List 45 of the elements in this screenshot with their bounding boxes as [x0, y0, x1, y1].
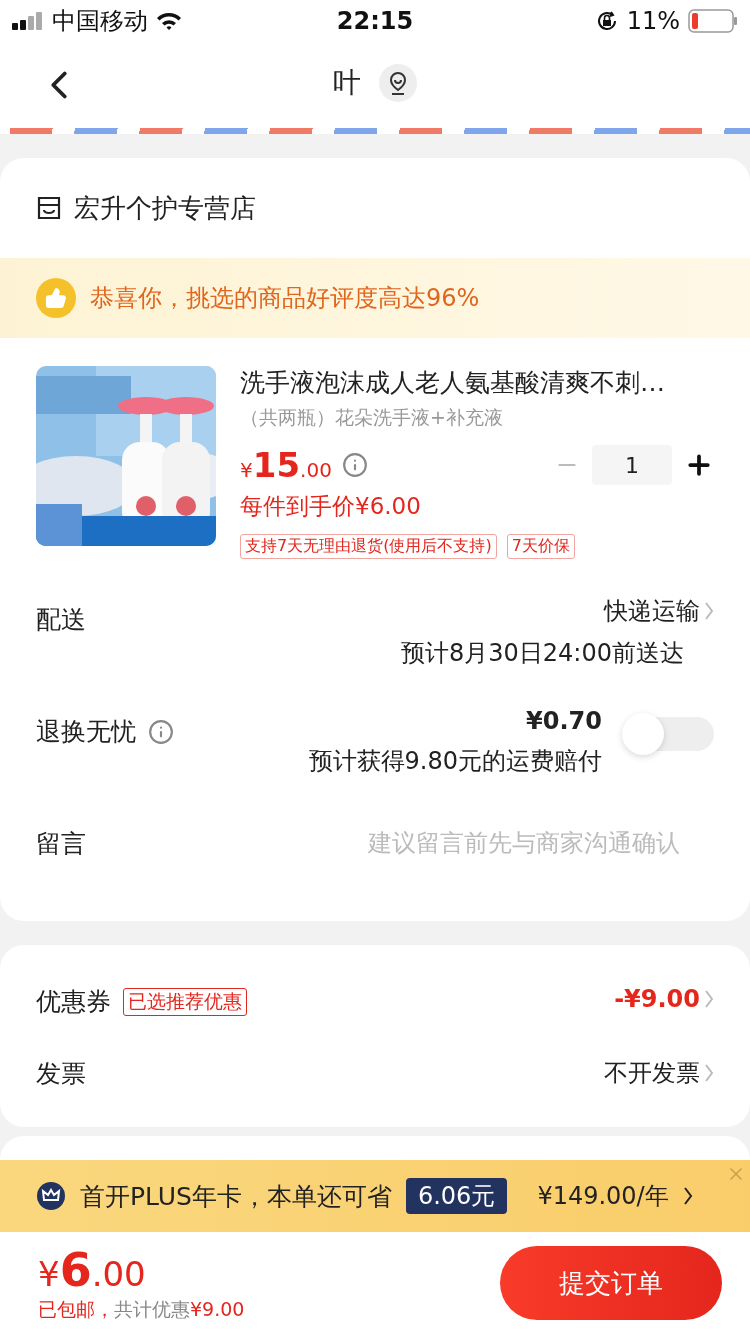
clock-time: 22:15: [336, 7, 414, 35]
info-icon[interactable]: [148, 718, 174, 745]
submit-order-button[interactable]: 提交订单: [500, 1246, 722, 1320]
product-title[interactable]: 洗手液泡沫成人老人氨基酸清爽不刺…: [240, 366, 714, 399]
page-title: 叶: [333, 65, 361, 101]
battery-icon: [688, 9, 738, 33]
wifi-icon: [156, 11, 182, 31]
coupon-label: 优惠券: [36, 986, 111, 1018]
chevron-icon: [682, 1186, 693, 1206]
unit-price: 每件到手价¥6.00: [240, 492, 422, 521]
chevron-icon: [704, 1063, 714, 1083]
crown-icon: [36, 1181, 66, 1211]
carrier-name: 中国移动: [52, 6, 148, 37]
plus-price[interactable]: ¥149.00/年: [537, 1180, 669, 1212]
coupon-badge: 已选推荐优惠: [123, 987, 247, 1016]
signal-icon: [12, 12, 44, 30]
insurance-price: ¥0.70: [526, 707, 602, 735]
battery-percent: 11%: [626, 7, 680, 35]
total-price: ¥6.00: [38, 1243, 147, 1297]
return-insurance-label: 退换无忧: [36, 716, 136, 748]
invoice-value[interactable]: 不开发票: [604, 1057, 700, 1089]
invoice-label: 发票: [36, 1058, 86, 1090]
location-button[interactable]: [379, 64, 417, 102]
store-icon: [36, 195, 62, 221]
rating-message: 恭喜你，挑选的商品好评度高达96%: [90, 283, 480, 314]
product-variant: （共两瓶）花朵洗手液+补充液: [240, 405, 504, 430]
chevron-icon: [704, 601, 714, 621]
product-price: ¥15.00: [240, 445, 332, 485]
plus-offer-text: 首开PLUS年卡，本单还可省: [80, 1180, 392, 1213]
coupon-value[interactable]: -¥9.00: [614, 985, 700, 1013]
delivery-method[interactable]: 快递运输: [604, 595, 700, 627]
service-tag: 支持7天无理由退货(使用后不支持): [240, 534, 497, 559]
shipping-discount-text: 已包邮，共计优惠¥9.00: [38, 1297, 245, 1322]
chevron-icon: [704, 989, 714, 1009]
delivery-label: 配送: [36, 604, 86, 636]
saving-badge: 6.06元: [405, 1178, 508, 1214]
thumbs-up-icon: [36, 278, 76, 318]
delivery-eta: 预计8月30日24:00前送达: [401, 638, 684, 669]
store-name[interactable]: 宏升个护专营店: [74, 190, 256, 226]
service-tag: 7天价保: [506, 534, 575, 559]
info-icon[interactable]: [341, 452, 368, 478]
insurance-note: 预计获得9.80元的运费赔付: [308, 746, 602, 777]
quantity-field[interactable]: 1: [592, 445, 672, 485]
location-pin-icon: [387, 71, 409, 95]
message-label: 留言: [36, 828, 86, 860]
